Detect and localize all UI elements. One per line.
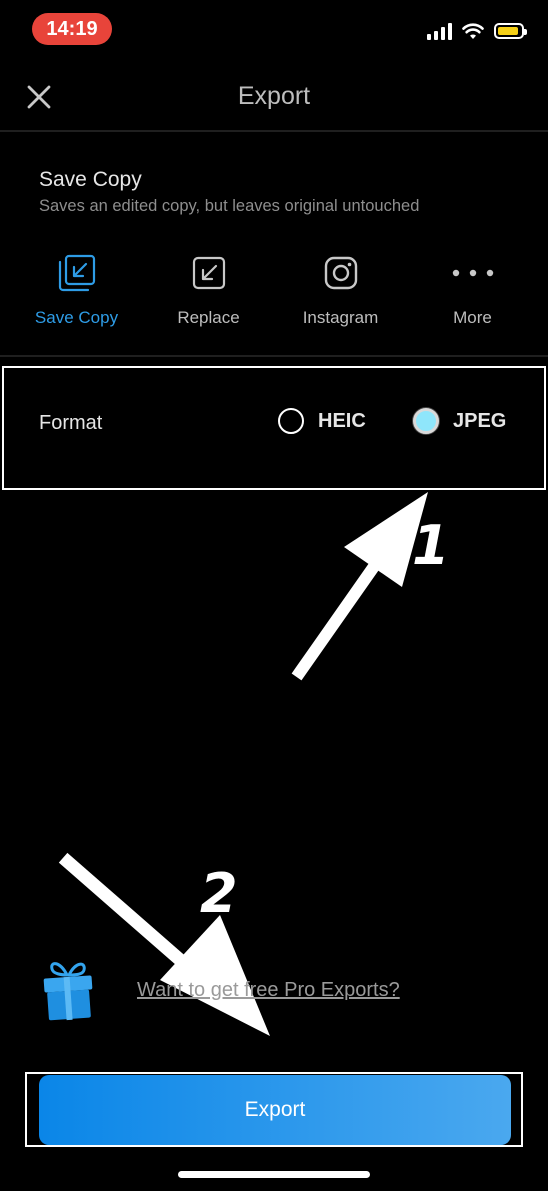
home-indicator[interactable] xyxy=(178,1171,370,1178)
free-pro-exports-link[interactable]: Want to get free Pro Exports? xyxy=(137,979,400,1002)
annotation-number-2: 2 xyxy=(200,862,238,925)
export-button-label: Export xyxy=(244,1098,306,1121)
export-button[interactable]: Export xyxy=(39,1075,511,1145)
gift-icon xyxy=(43,962,93,1021)
